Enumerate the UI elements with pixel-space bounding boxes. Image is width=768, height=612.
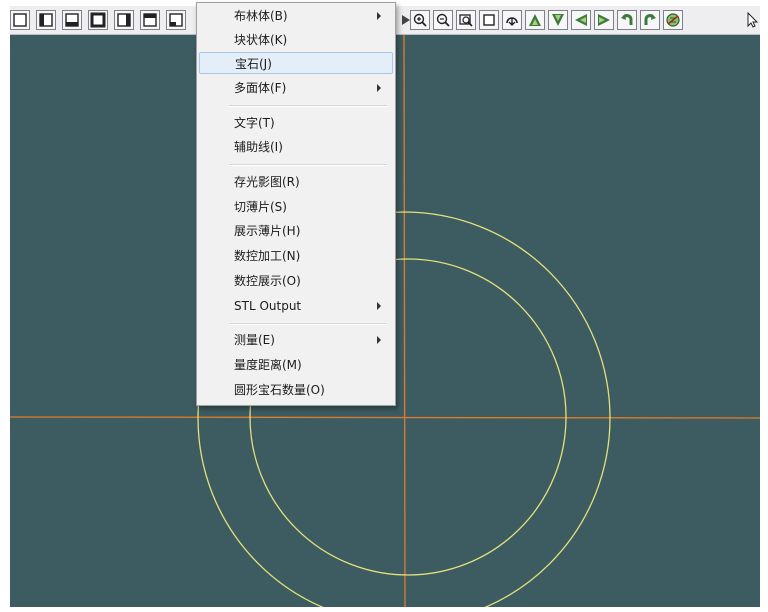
submenu-arrow-icon	[377, 84, 381, 92]
view-right-icon[interactable]	[114, 10, 134, 30]
view-top-icon[interactable]	[10, 10, 30, 30]
menu-item-label: 块状体(K)	[234, 33, 288, 47]
view-left-icon[interactable]	[140, 10, 160, 30]
horizontal-axis-line	[10, 416, 760, 419]
menu-item-label: 数控加工(N)	[234, 249, 301, 263]
menu-item-block[interactable]: 块状体(K)	[199, 29, 393, 51]
rotate-ccw-icon[interactable]	[617, 10, 637, 30]
menu-item-stl-output[interactable]: STL Output	[199, 295, 393, 317]
view-front-icon[interactable]	[36, 10, 56, 30]
menu-item-text[interactable]: 文字(T)	[199, 112, 393, 134]
submenu-arrow-icon	[377, 302, 381, 310]
view-iso-icon[interactable]	[166, 10, 186, 30]
menu-item-label: 圆形宝石数量(O)	[234, 383, 325, 397]
menu-item-label: 展示薄片(H)	[234, 224, 301, 238]
zoom-fit-icon[interactable]	[479, 10, 499, 30]
select-pointer-icon[interactable]	[743, 10, 763, 30]
menu-item-boolean[interactable]: 布林体(B)	[199, 5, 393, 27]
rotate-down-icon[interactable]	[548, 10, 568, 30]
menu-item-label: 多面体(F)	[234, 81, 287, 95]
rotate-left-icon[interactable]	[571, 10, 591, 30]
submenu-arrow-icon	[377, 12, 381, 20]
menu-separator	[229, 105, 387, 107]
menu-item-gem[interactable]: 宝石(J)	[199, 52, 393, 74]
menu-item-label: STL Output	[234, 299, 302, 313]
menu-item-show-slice[interactable]: 展示薄片(H)	[199, 220, 393, 242]
menu-item-label: 测量(E)	[234, 333, 275, 347]
zoom-in-icon[interactable]	[410, 10, 430, 30]
view-back-icon[interactable]	[88, 10, 108, 30]
menu-item-round-gem-count[interactable]: 圆形宝石数量(O)	[199, 379, 393, 401]
menu-item-guideline[interactable]: 辅助线(I)	[199, 136, 393, 158]
menu-separator	[229, 323, 387, 325]
menu-item-label: 文字(T)	[234, 116, 275, 130]
menu-item-cnc-show[interactable]: 数控展示(O)	[199, 270, 393, 292]
rotate-cw-icon[interactable]	[640, 10, 660, 30]
menu-item-label: 数控展示(O)	[234, 274, 301, 288]
menu-separator	[229, 164, 387, 166]
rotate-right-icon[interactable]	[594, 10, 614, 30]
menu-item-label: 布林体(B)	[234, 9, 288, 23]
rotate-view-icon[interactable]	[502, 10, 522, 30]
menu-item-label: 存光影图(R)	[234, 175, 300, 189]
menu-item-label: 辅助线(I)	[234, 140, 283, 154]
render-icon[interactable]	[663, 10, 683, 30]
rotate-up-icon[interactable]	[525, 10, 545, 30]
menu-item-cnc[interactable]: 数控加工(N)	[199, 245, 393, 267]
menu-item-label: 宝石(J)	[235, 57, 272, 71]
menu-item-save-render[interactable]: 存光影图(R)	[199, 171, 393, 193]
view-bottom-icon[interactable]	[62, 10, 82, 30]
zoom-window-icon[interactable]	[456, 10, 476, 30]
context-menu: 布林体(B) 块状体(K) 宝石(J) 多面体(F) 文字(T) 辅助线(I) …	[196, 2, 396, 406]
menu-item-measure-distance[interactable]: 量度距离(M)	[199, 354, 393, 376]
submenu-arrow-icon	[377, 336, 381, 344]
menu-item-label: 切薄片(S)	[234, 200, 287, 214]
vertical-axis-line	[403, 35, 406, 607]
zoom-out-icon[interactable]	[433, 10, 453, 30]
menu-item-label: 量度距离(M)	[234, 358, 302, 372]
menu-item-measure[interactable]: 测量(E)	[199, 329, 393, 351]
menu-item-slice[interactable]: 切薄片(S)	[199, 196, 393, 218]
menu-item-polyhedron[interactable]: 多面体(F)	[199, 77, 393, 99]
